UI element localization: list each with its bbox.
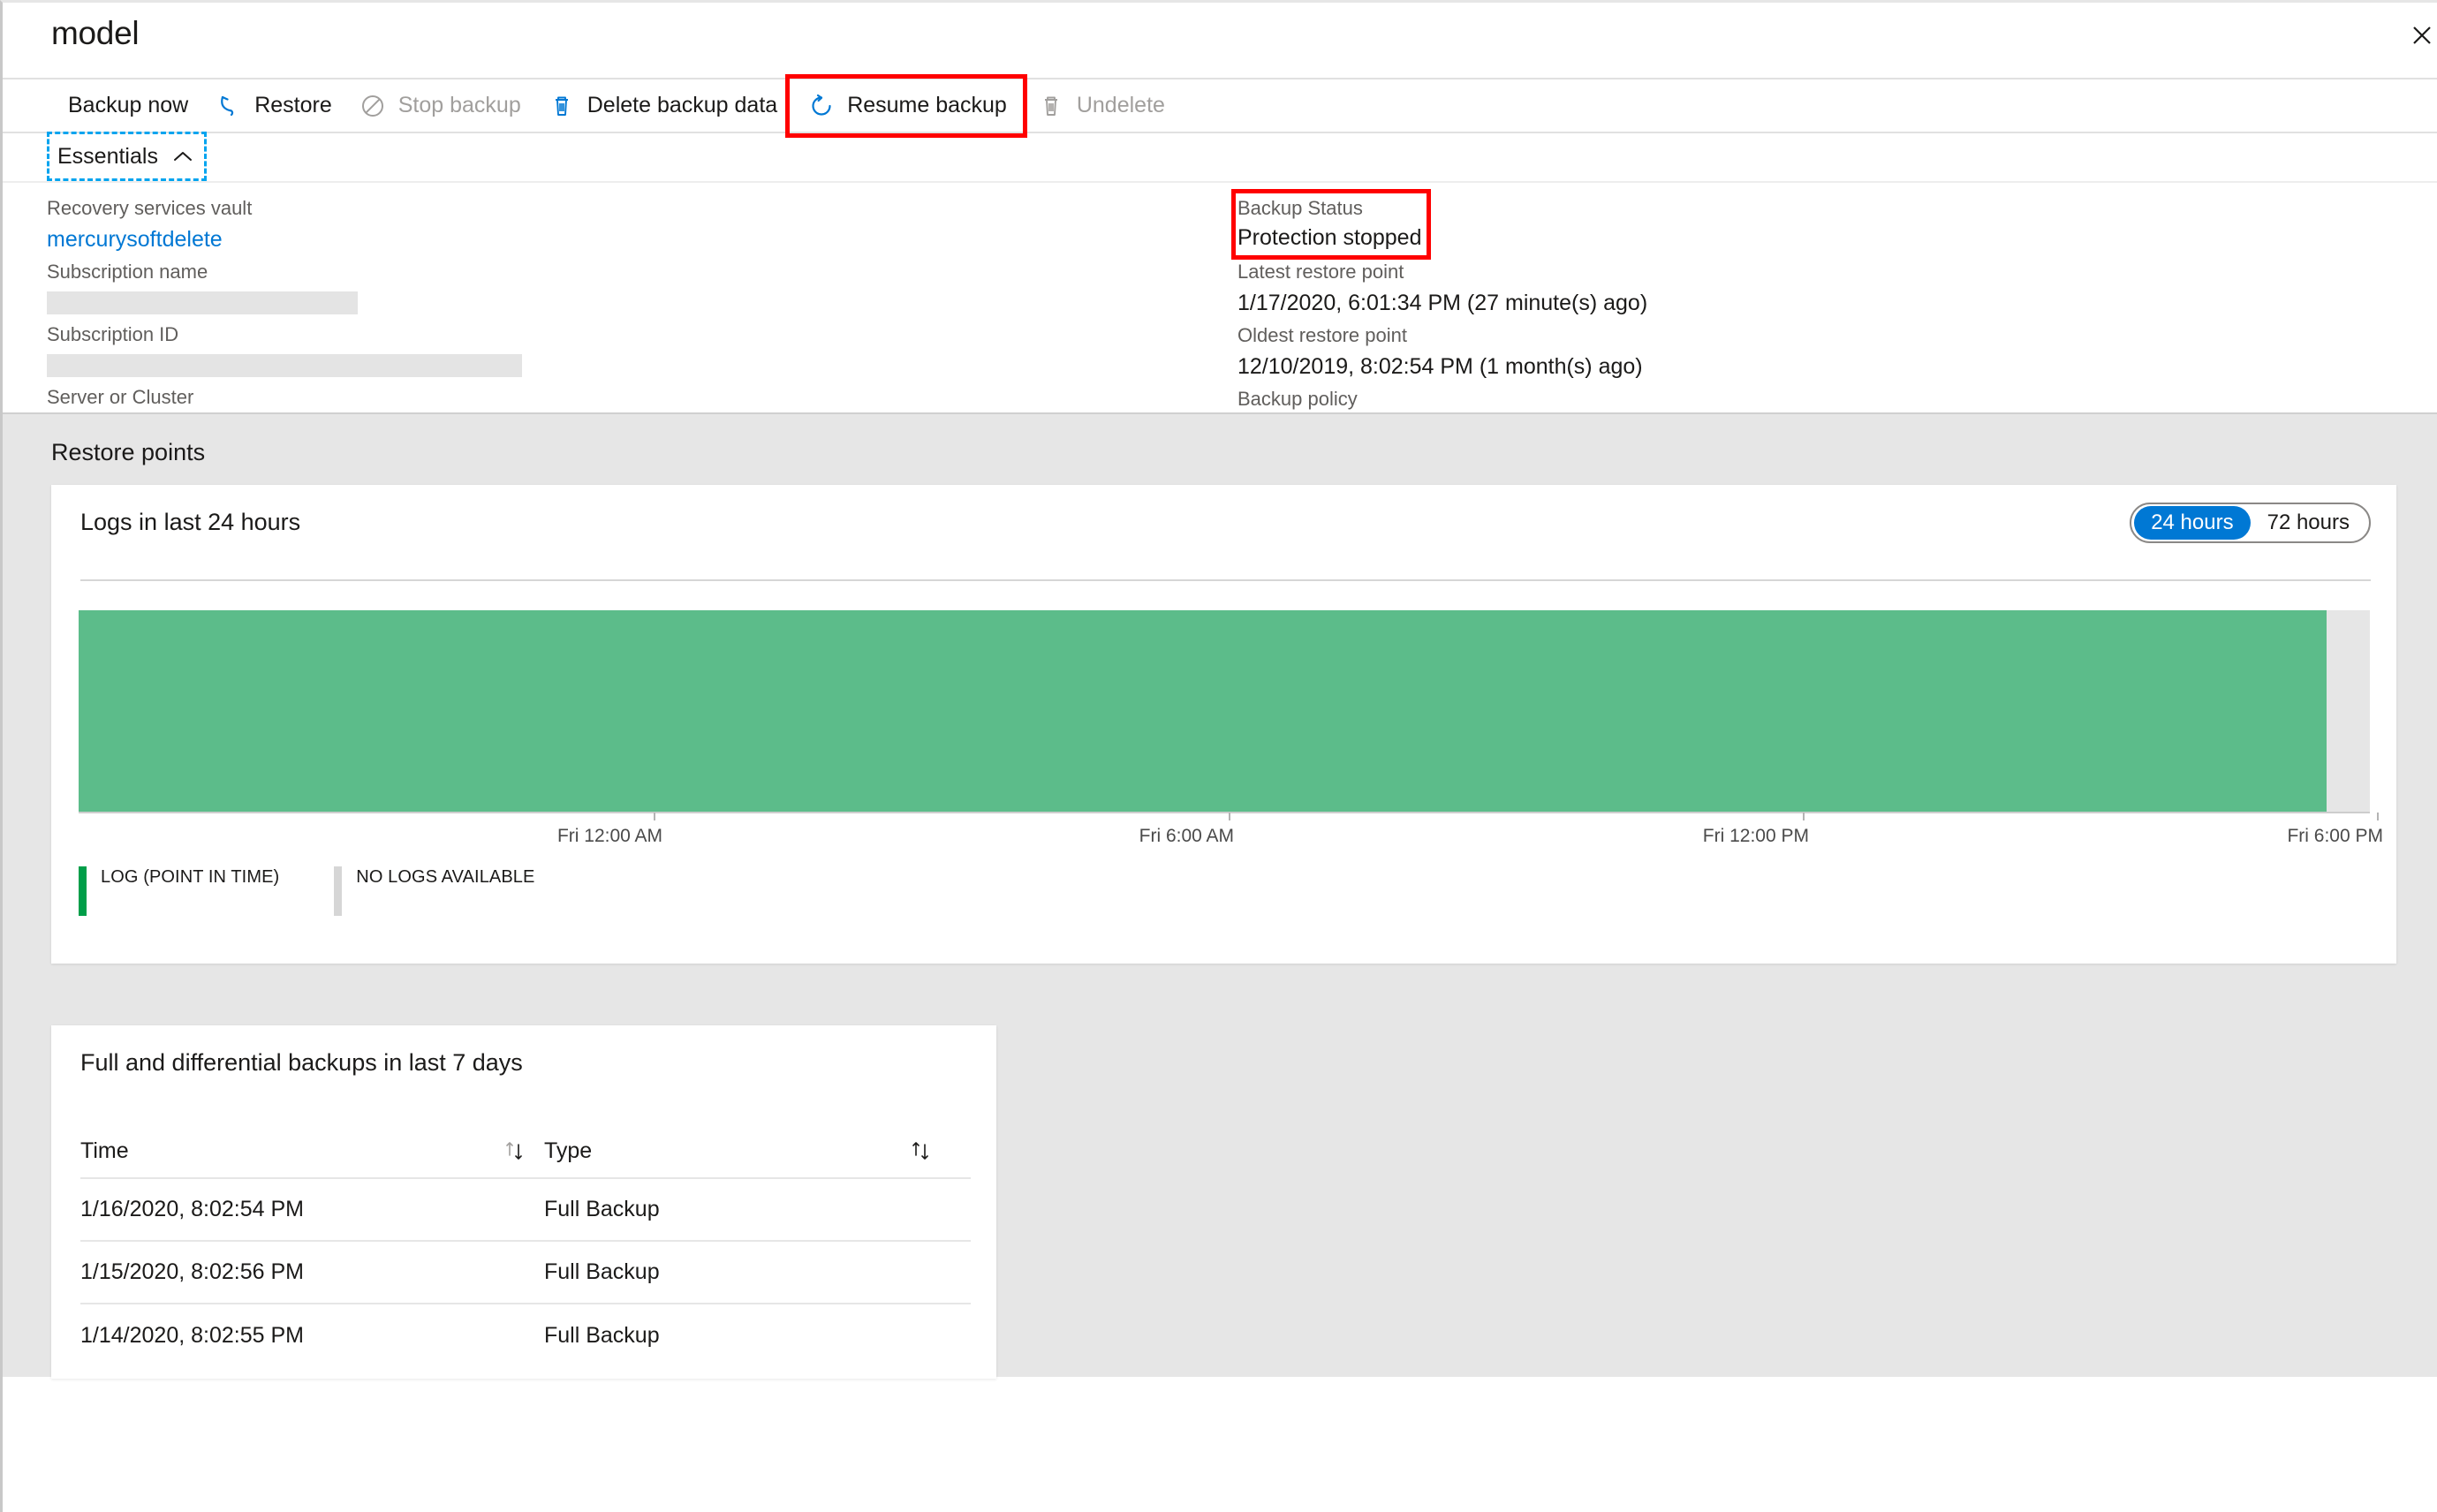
axis-tick-label: Fri 12:00 AM (556, 826, 662, 846)
field-label: Recovery services vault (47, 197, 253, 219)
backup-now-button[interactable]: Backup now (64, 83, 201, 129)
backups-table: Time Type 1/16/2020, 8:02:54 PM Full Bac… (80, 1124, 971, 1367)
backup-status-value: Protection stopped (1237, 225, 1422, 250)
essentials-panel: Essentials Recovery services vault mercu… (3, 132, 2437, 506)
section-title: Restore points (51, 439, 206, 465)
field-label: Backup policy (1237, 388, 1358, 410)
legend-item: NO LOGS AVAILABLE (334, 866, 534, 916)
field-subscription-name: Subscription name (47, 257, 1177, 314)
blade-titlebar: model (3, 3, 2437, 78)
axis-tick-label: Fri 6:00 PM (2287, 826, 2383, 846)
stop-icon (357, 90, 389, 122)
legend-label: LOG (POINT IN TIME) (101, 867, 280, 887)
field-label: Subscription ID (47, 323, 179, 345)
refresh-icon (806, 90, 837, 122)
table-row[interactable]: 1/16/2020, 8:02:54 PM Full Backup (80, 1179, 971, 1242)
legend-label: NO LOGS AVAILABLE (356, 867, 535, 887)
sort-icon[interactable] (502, 1138, 528, 1163)
logs-chart-card: Logs in last 24 hours 24 hours 72 hours … (51, 485, 2396, 964)
chart-legend: LOG (POINT IN TIME) NO LOGS AVAILABLE (79, 866, 589, 916)
stop-backup-label: Stop backup (397, 93, 521, 117)
cell-time: 1/16/2020, 8:02:54 PM (80, 1197, 304, 1221)
status-badge: Backup Status Protection stopped (1230, 189, 1432, 260)
chevron-up-icon (172, 149, 193, 163)
field-value: 12/10/2019, 8:02:54 PM (1 month(s) ago) (1237, 354, 1643, 379)
field-subscription-id: Subscription ID (47, 320, 1177, 377)
table-row[interactable]: 1/14/2020, 8:02:55 PM Full Backup (80, 1304, 971, 1367)
axis-tick-label: Fri 12:00 PM (1702, 826, 1809, 846)
field-recovery-services-vault: Recovery services vault mercurysoftdelet… (47, 193, 1177, 255)
field-oldest-restore-point: Oldest restore point 12/10/2019, 8:02:54… (1237, 321, 2297, 382)
essentials-header: Essentials (3, 132, 2437, 183)
resume-backup-label: Resume backup (847, 93, 1007, 117)
page-title: model (51, 15, 140, 51)
table-row[interactable]: 1/15/2020, 8:02:56 PM Full Backup (80, 1242, 971, 1304)
restore-icon (213, 90, 245, 122)
restore-button[interactable]: Restore (201, 83, 344, 129)
field-latest-restore-point: Latest restore point 1/17/2020, 6:01:34 … (1237, 257, 2297, 319)
cell-type: Full Backup (544, 1259, 660, 1284)
field-label: Server or Cluster (47, 386, 194, 408)
trash-icon (1035, 90, 1067, 122)
undelete-button: Undelete (1023, 83, 1177, 129)
essentials-label: Essentials (57, 143, 158, 169)
cell-time: 1/14/2020, 8:02:55 PM (80, 1323, 304, 1348)
legend-swatch-log (79, 866, 87, 916)
redacted-value (47, 354, 522, 377)
backup-now-label: Backup now (68, 93, 189, 117)
restore-points-section: Restore points Logs in last 24 hours 24 … (3, 412, 2437, 1379)
range-option-72h[interactable]: 72 hours (2251, 506, 2366, 540)
close-icon[interactable] (2402, 15, 2437, 56)
axis-tick (2377, 813, 2379, 820)
trash-icon (546, 90, 578, 122)
stop-backup-button: Stop backup (344, 83, 534, 129)
field-label: Oldest restore point (1237, 324, 1407, 346)
sort-icon[interactable] (908, 1138, 935, 1163)
redacted-value (47, 291, 358, 314)
command-bar: Backup now Restore Stop backup Delete ba… (3, 73, 2437, 138)
legend-swatch-no-logs (334, 866, 343, 916)
field-label: Subscription name (47, 261, 208, 283)
column-header-label: Type (544, 1138, 593, 1163)
time-range-toggle: 24 hours 72 hours (2130, 503, 2371, 543)
logs-timeline-chart (79, 610, 2370, 812)
undelete-label: Undelete (1076, 93, 1165, 117)
axis-tick-label: Fri 6:00 AM (1139, 826, 1234, 846)
column-header-time[interactable]: Time (80, 1138, 544, 1164)
cell-time: 1/15/2020, 8:02:56 PM (80, 1259, 304, 1284)
cell-type: Full Backup (544, 1323, 660, 1348)
delete-backup-data-button[interactable]: Delete backup data (534, 83, 790, 129)
field-label: Latest restore point (1237, 261, 1404, 283)
logs-chart-title: Logs in last 24 hours (80, 509, 301, 535)
no-logs-segment-bar (2326, 610, 2370, 812)
chart-divider (80, 579, 2371, 581)
chart-x-axis (79, 812, 2370, 813)
column-header-type[interactable]: Type (544, 1138, 950, 1164)
axis-tick (1229, 813, 1230, 820)
backups-table-card: Full and differential backups in last 7 … (51, 1025, 996, 1379)
delete-backup-data-label: Delete backup data (587, 93, 778, 117)
cell-type: Full Backup (544, 1197, 660, 1221)
blade-container: model Backup now Restore Stop backup Del… (0, 0, 2437, 1512)
axis-tick (1803, 813, 1805, 820)
essentials-toggle[interactable]: Essentials (47, 132, 207, 181)
log-segment-bar (79, 610, 2327, 812)
restore-label: Restore (254, 93, 332, 117)
resume-backup-button[interactable]: Resume backup (785, 73, 1027, 138)
backups-table-title: Full and differential backups in last 7 … (80, 1049, 523, 1076)
field-label: Backup Status (1237, 197, 1363, 219)
field-value: 1/17/2020, 6:01:34 PM (27 minute(s) ago) (1237, 291, 1648, 315)
table-header-row: Time Type (80, 1124, 971, 1179)
essentials-body: Recovery services vault mercurysoftdelet… (3, 183, 2437, 506)
range-option-24h[interactable]: 24 hours (2134, 506, 2251, 540)
axis-tick (654, 813, 655, 820)
vault-link[interactable]: mercurysoftdelete (47, 223, 1177, 255)
legend-item: LOG (POINT IN TIME) (79, 866, 279, 916)
column-header-label: Time (80, 1138, 129, 1163)
